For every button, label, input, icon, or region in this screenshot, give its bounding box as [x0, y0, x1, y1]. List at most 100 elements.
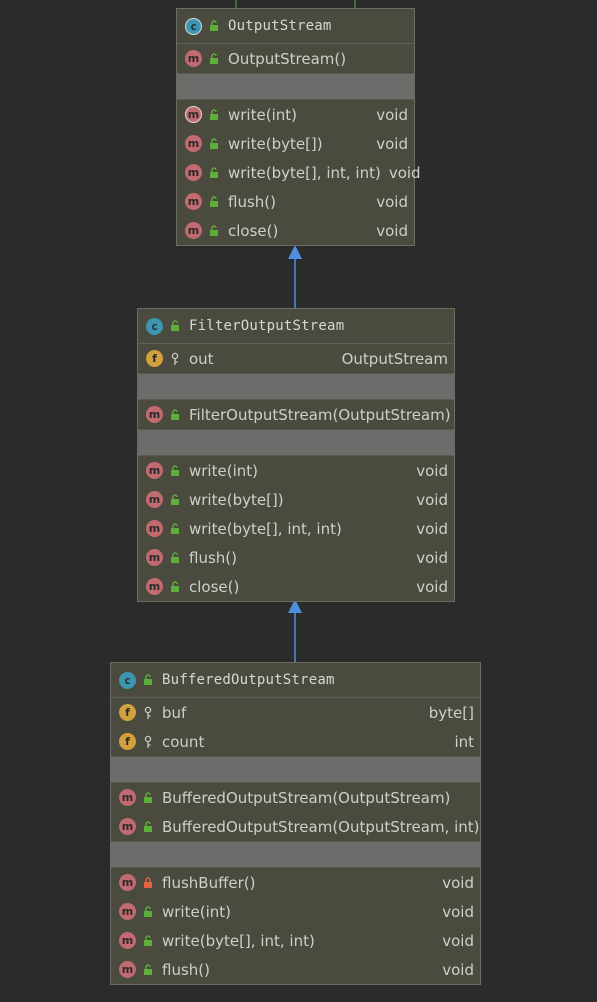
public-lock-icon — [208, 224, 220, 238]
public-lock-icon — [169, 408, 181, 422]
method-row[interactable]: m write(byte[], int, int) void — [177, 158, 421, 187]
member-type: void — [376, 192, 408, 211]
public-lock-icon — [142, 963, 154, 977]
member-name: flush() — [228, 192, 276, 211]
inheritance-arrowhead-output — [288, 245, 302, 259]
method-icon: m — [185, 193, 202, 210]
member-type: void — [442, 873, 474, 892]
method-icon: m — [119, 932, 136, 949]
field-icon: f — [119, 704, 136, 721]
constructor-row[interactable]: m FilterOutputStream(OutputStream) — [138, 400, 454, 429]
section-separator — [138, 373, 454, 400]
method-icon: m — [185, 164, 202, 181]
public-lock-icon — [142, 673, 154, 687]
section-separator — [111, 841, 480, 868]
public-lock-icon — [208, 195, 220, 209]
field-row[interactable]: f buf byte[] — [111, 698, 480, 727]
constructor-row[interactable]: m OutputStream() — [177, 44, 414, 73]
member-type: void — [416, 548, 448, 567]
member-name: flush() — [162, 960, 210, 979]
member-name: write(byte[], int, int) — [228, 163, 381, 182]
method-icon: m — [146, 462, 163, 479]
method-row[interactable]: m close() void — [177, 216, 414, 245]
method-row[interactable]: m write(byte[]) void — [177, 129, 414, 158]
member-type: void — [416, 461, 448, 480]
member-type: void — [376, 105, 408, 124]
member-type: void — [442, 960, 474, 979]
member-name: BufferedOutputStream(OutputStream) — [162, 788, 451, 807]
public-lock-icon — [142, 791, 154, 805]
method-icon: m — [119, 789, 136, 806]
method-icon: m — [185, 135, 202, 152]
method-icon: m — [119, 903, 136, 920]
method-row[interactable]: m write(byte[]) void — [138, 485, 454, 514]
member-name: close() — [228, 221, 279, 240]
public-lock-icon — [169, 551, 181, 565]
member-type: void — [416, 577, 448, 596]
method-row[interactable]: m write(int) void — [111, 897, 480, 926]
member-name: write(int) — [162, 902, 231, 921]
member-type: OutputStream — [341, 349, 448, 368]
class-header[interactable]: c BufferedOutputStream — [111, 663, 480, 698]
uml-diagram-canvas: c OutputStream m OutputStream() m write(… — [0, 0, 597, 1002]
method-row[interactable]: m flushBuffer() void — [111, 868, 480, 897]
field-row[interactable]: f out OutputStream — [138, 344, 454, 373]
member-name: close() — [189, 577, 240, 596]
public-lock-icon — [169, 493, 181, 507]
protected-key-icon — [142, 735, 154, 749]
field-icon: f — [119, 733, 136, 750]
member-name: write(int) — [228, 105, 297, 124]
member-name: write(byte[]) — [228, 134, 323, 153]
method-row[interactable]: m flush() void — [111, 955, 480, 984]
member-type: void — [388, 163, 421, 182]
method-icon: m — [119, 874, 136, 891]
section-separator — [138, 429, 454, 456]
public-lock-icon — [169, 464, 181, 478]
member-type: void — [442, 902, 474, 921]
member-type: void — [376, 221, 408, 240]
member-name: flushBuffer() — [162, 873, 256, 892]
method-row[interactable]: m flush() void — [138, 543, 454, 572]
method-row[interactable]: m write(int) void — [138, 456, 454, 485]
section-separator — [177, 73, 414, 100]
member-type: void — [416, 519, 448, 538]
class-title: FilterOutputStream — [189, 318, 345, 334]
method-icon: m — [146, 549, 163, 566]
method-icon: m — [146, 520, 163, 537]
field-row[interactable]: f count int — [111, 727, 480, 756]
method-row[interactable]: m flush() void — [177, 187, 414, 216]
method-icon: m — [185, 222, 202, 239]
method-icon: m — [119, 961, 136, 978]
member-type: void — [416, 490, 448, 509]
public-lock-icon — [208, 108, 220, 122]
constructor-row[interactable]: m BufferedOutputStream(OutputStream) — [111, 783, 480, 812]
class-box-bufferedoutputstream[interactable]: c BufferedOutputStream f buf byte[] f co… — [110, 662, 481, 985]
class-title: BufferedOutputStream — [162, 672, 335, 688]
public-lock-icon — [208, 166, 220, 180]
abstract-class-icon: c — [185, 17, 202, 35]
public-lock-icon — [208, 52, 220, 66]
member-name: write(byte[], int, int) — [162, 931, 315, 950]
member-name: write(byte[]) — [189, 490, 284, 509]
method-row[interactable]: m close() void — [138, 572, 454, 601]
class-title: OutputStream — [228, 18, 332, 34]
member-type: int — [454, 732, 474, 751]
member-type: byte[] — [428, 703, 474, 722]
class-box-outputstream[interactable]: c OutputStream m OutputStream() m write(… — [176, 8, 421, 246]
member-name: BufferedOutputStream(OutputStream, int) — [162, 817, 480, 836]
member-name: flush() — [189, 548, 237, 567]
constructor-row[interactable]: m BufferedOutputStream(OutputStream, int… — [111, 812, 480, 841]
method-row[interactable]: m write(int) void — [177, 100, 414, 129]
method-icon: m — [119, 818, 136, 835]
class-header[interactable]: c FilterOutputStream — [138, 309, 454, 344]
method-row[interactable]: m write(byte[], int, int) void — [138, 514, 454, 543]
abstract-method-icon: m — [185, 106, 202, 123]
field-icon: f — [146, 350, 163, 367]
class-box-filteroutputstream[interactable]: c FilterOutputStream f out OutputStream … — [137, 308, 455, 602]
member-name: buf — [162, 703, 187, 722]
public-lock-icon — [169, 319, 181, 333]
public-lock-icon — [208, 19, 220, 33]
method-icon: m — [146, 578, 163, 595]
class-header[interactable]: c OutputStream — [177, 9, 414, 44]
method-row[interactable]: m write(byte[], int, int) void — [111, 926, 480, 955]
